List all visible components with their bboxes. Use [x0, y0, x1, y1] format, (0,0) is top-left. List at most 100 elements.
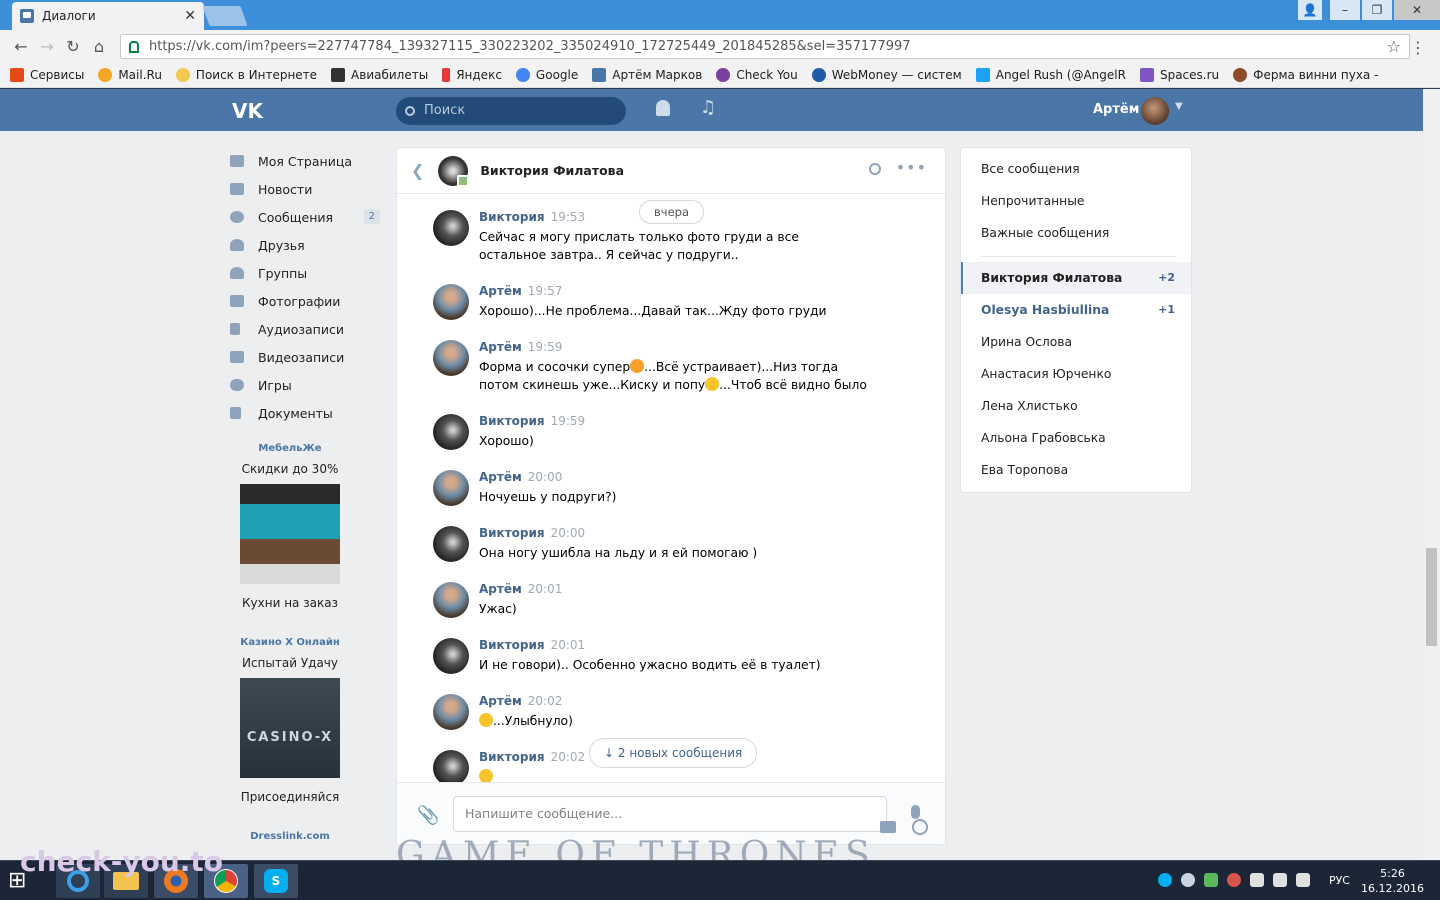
bookmark-item[interactable]: Angel Rush (@AngelR	[975, 68, 1126, 82]
skype-icon[interactable]: S	[254, 864, 298, 898]
ad-image-kitchen[interactable]	[240, 484, 340, 584]
conversation-item[interactable]: Альона Грабовська	[961, 422, 1191, 454]
avatar[interactable]	[1141, 97, 1169, 125]
message-author[interactable]: Виктория	[479, 638, 545, 652]
sidebar-item-video[interactable]: Видеозаписи	[230, 343, 382, 371]
conversation-item[interactable]: Olesya Hasbiullina +1	[961, 294, 1191, 326]
bookmark-item[interactable]: Сервисы	[10, 68, 84, 82]
green-app-tray-icon[interactable]	[1204, 873, 1218, 887]
sidebar-item-photos[interactable]: Фотографии	[230, 287, 382, 315]
bookmark-item[interactable]: WebMoney — систем	[811, 68, 962, 82]
message-author[interactable]: Виктория	[479, 414, 545, 428]
message-author[interactable]: Артём	[479, 694, 522, 708]
bookmark-item[interactable]: Ферма винни пуха -	[1233, 68, 1378, 82]
bookmark-item[interactable]: Check You	[716, 68, 798, 82]
sidebar-item-messages[interactable]: Сообщения 2	[230, 203, 382, 231]
vk-logo[interactable]: VK	[232, 99, 263, 123]
profile-icon[interactable]: 👤	[1298, 0, 1322, 20]
message-author[interactable]: Виктория	[479, 526, 545, 540]
message-author[interactable]: Артём	[479, 284, 522, 298]
chat-title[interactable]: Виктория Филатова	[480, 163, 624, 178]
avatar[interactable]	[433, 470, 469, 506]
conversation-item[interactable]: Лена Хлистько	[961, 390, 1191, 422]
message-author[interactable]: Виктория	[479, 750, 545, 764]
message-list[interactable]: вчера Виктория 19:53 Сейчас я могу присла…	[397, 194, 945, 784]
avatar[interactable]	[438, 155, 470, 187]
avatar[interactable]	[433, 526, 469, 562]
sidebar-item-groups[interactable]: Группы	[230, 259, 382, 287]
volume-tray-icon[interactable]	[1296, 873, 1310, 887]
home-icon[interactable]: ⌂	[86, 37, 112, 56]
avatar[interactable]	[433, 638, 469, 674]
page-scrollbar[interactable]	[1423, 89, 1440, 860]
flag-tray-icon[interactable]	[1250, 873, 1264, 887]
bookmark-item[interactable]: Spaces.ru	[1139, 68, 1219, 82]
conversation-item[interactable]: Ирина Ослова	[961, 326, 1191, 358]
avatar[interactable]	[433, 750, 469, 784]
message-input[interactable]: Напишите сообщение...	[453, 796, 928, 835]
maximize-button[interactable]: ❐	[1362, 0, 1392, 20]
message-author[interactable]: Артём	[479, 470, 522, 484]
chevron-down-icon[interactable]: ▼	[1175, 101, 1183, 112]
bookmark-item[interactable]: Поиск в Интернете	[175, 68, 317, 82]
ad-block-casino[interactable]: Казино X Онлайн Испытай Удачу CASINO-X П…	[240, 637, 340, 804]
network-tray-icon[interactable]	[1273, 873, 1287, 887]
music-note-icon[interactable]: ♫	[700, 97, 716, 118]
emoji-smile-icon[interactable]	[912, 819, 928, 835]
language-indicator[interactable]: РУС	[1329, 874, 1350, 887]
conversation-item[interactable]: Анастасия Юрченко	[961, 358, 1191, 390]
message-author[interactable]: Артём	[479, 340, 522, 354]
system-clock[interactable]: 5:26 16.12.2016	[1361, 866, 1424, 896]
new-tab-button[interactable]	[202, 6, 248, 26]
back-arrow-icon[interactable]: ←	[8, 37, 34, 56]
scrollbar-thumb[interactable]	[1426, 548, 1437, 646]
filter-all-messages[interactable]: Все сообщения	[981, 162, 1080, 176]
filter-unread[interactable]: Непрочитанные	[981, 194, 1085, 208]
conversation-item[interactable]: Ева Торопова	[961, 454, 1191, 486]
red-app-tray-icon[interactable]	[1227, 873, 1241, 887]
sidebar-item-my-page[interactable]: Моя Страница	[230, 147, 382, 175]
ad-block-mebelzhe[interactable]: МебельЖе Скидки до 30% Кухни на заказ	[240, 443, 340, 610]
bookmark-item[interactable]: Mail.Ru	[98, 68, 162, 82]
back-chevron-icon[interactable]: ❮	[411, 161, 424, 180]
skype-tray-icon[interactable]	[1158, 873, 1172, 887]
paperclip-icon[interactable]: 📎	[417, 805, 439, 826]
bookmark-item[interactable]: Google	[515, 68, 578, 82]
bookmark-item[interactable]: Артём Марков	[592, 68, 702, 82]
search-icon[interactable]	[869, 163, 881, 175]
sidebar-item-news[interactable]: Новости	[230, 175, 382, 203]
browser-menu-icon[interactable]: ⋮	[1410, 38, 1426, 57]
bookmark-item[interactable]: Авиабилеты	[331, 68, 428, 82]
user-name[interactable]: Артём	[1093, 102, 1139, 117]
close-tab-icon[interactable]: ✕	[184, 8, 196, 24]
minimize-button[interactable]: –	[1330, 0, 1360, 20]
new-messages-button[interactable]: ↓ 2 новых сообщения	[589, 738, 758, 768]
bookmark-star-icon[interactable]: ☆	[1387, 37, 1401, 56]
more-options-icon[interactable]: •••	[896, 158, 927, 177]
avatar[interactable]	[433, 210, 469, 246]
message-author[interactable]: Виктория	[479, 210, 545, 224]
sidebar-item-documents[interactable]: Документы	[230, 399, 382, 427]
avatar[interactable]	[433, 340, 469, 376]
browser-tab[interactable]: Диалоги ✕	[12, 2, 204, 30]
bell-icon[interactable]	[656, 100, 670, 116]
reload-icon[interactable]: ↻	[60, 37, 86, 56]
avatar[interactable]	[433, 582, 469, 618]
sidebar-item-audio[interactable]: Аудиозаписи	[230, 315, 382, 343]
sidebar-item-games[interactable]: Игры	[230, 371, 382, 399]
address-bar[interactable]: https://vk.com/im?peers=227747784_139327…	[120, 34, 1410, 59]
avatar[interactable]	[433, 414, 469, 450]
message-author[interactable]: Артём	[479, 582, 522, 596]
bookmark-item[interactable]: Яндекс	[442, 68, 502, 82]
conversation-item[interactable]: Виктория Филатова +2	[961, 262, 1191, 294]
sidebar-item-friends[interactable]: Друзья	[230, 231, 382, 259]
avatar[interactable]	[433, 284, 469, 320]
steam-tray-icon[interactable]	[1181, 873, 1195, 887]
close-window-button[interactable]: ✕	[1394, 0, 1440, 20]
search-input[interactable]: Поиск	[396, 97, 626, 125]
camera-icon[interactable]	[880, 821, 896, 833]
forward-arrow-icon[interactable]: →	[34, 37, 60, 56]
ad-block-dresslink[interactable]: Dresslink.com	[240, 831, 340, 842]
avatar[interactable]	[433, 694, 469, 730]
microphone-icon[interactable]	[911, 805, 920, 819]
